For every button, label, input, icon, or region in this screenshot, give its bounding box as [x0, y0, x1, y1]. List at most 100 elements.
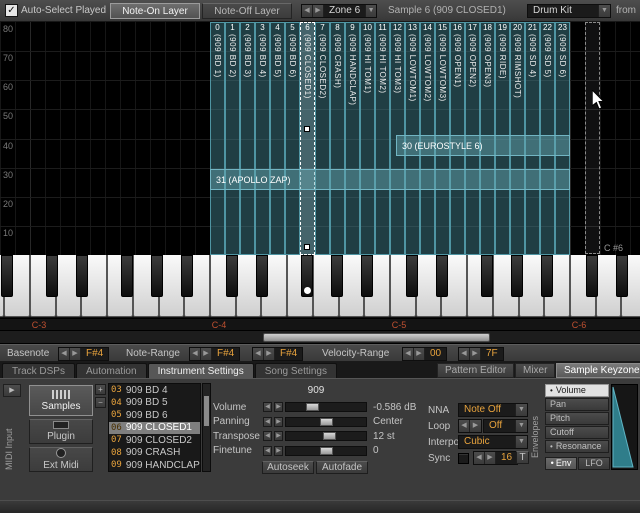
piano-key-black[interactable] — [256, 255, 268, 297]
sample-list-row[interactable]: 06909 CLOSED1 — [109, 422, 200, 435]
env-tab[interactable]: •Env — [545, 457, 577, 470]
note-range-to-prev-button[interactable]: ◀ — [253, 348, 264, 360]
velocity-from-next-button[interactable]: ▶ — [414, 348, 425, 360]
note-range-to-next-button[interactable]: ▶ — [264, 348, 275, 360]
piano-key-black[interactable] — [616, 255, 628, 297]
interpolate-dropdown[interactable]: Cubic ▼ — [458, 435, 528, 449]
piano-key-black[interactable] — [46, 255, 58, 297]
keyzone-strip[interactable]: 3(909 BD 4) — [255, 22, 270, 255]
note-off-layer-button[interactable]: Note-Off Layer — [202, 3, 292, 19]
param-decrement-button[interactable]: ◀ — [263, 431, 272, 441]
zone-dropdown-icon[interactable]: ▼ — [365, 5, 376, 17]
velocity-to-next-button[interactable]: ▶ — [470, 348, 481, 360]
piano-keyboard[interactable]: C-3C-4C-5C-6 — [0, 255, 640, 330]
loop-dropdown-icon[interactable]: ▼ — [515, 420, 527, 432]
nna-dropdown-icon[interactable]: ▼ — [515, 404, 527, 416]
sample-list-row[interactable]: 08909 CRASH — [109, 447, 200, 460]
scrollbar-handle[interactable] — [263, 333, 490, 342]
sample-list-scrollbar[interactable] — [202, 383, 211, 472]
lfo-tab[interactable]: LFO — [578, 457, 610, 470]
sample-slot-add-button[interactable]: + — [95, 384, 106, 395]
keyzone-strip[interactable]: 8(909 CRASH) — [330, 22, 345, 255]
piano-key-black[interactable] — [76, 255, 88, 297]
keyzone-strip[interactable]: 6(909 CLOSED1) — [300, 22, 315, 255]
keyzone-overlay[interactable]: 31 (APOLLO ZAP) — [210, 169, 570, 190]
envelope-target-pitch[interactable]: Pitch — [545, 412, 609, 425]
basenote-prev-button[interactable]: ◀ — [59, 348, 70, 360]
keyzone-strip[interactable]: 11(909 HI TOM2) — [375, 22, 390, 255]
sync-t-button[interactable]: T — [516, 451, 529, 464]
envelope-target-volume[interactable]: •Volume — [545, 384, 609, 397]
note-on-layer-button[interactable]: Note-On Layer — [110, 3, 200, 19]
instrument-type-ext-midi-button[interactable]: Ext Midi — [29, 447, 93, 472]
param-slider[interactable] — [285, 402, 367, 412]
piano-key-black[interactable] — [586, 255, 598, 297]
param-decrement-button[interactable]: ◀ — [263, 446, 272, 456]
tab-track-dsps[interactable]: Track DSPs — [2, 363, 75, 378]
view-button-sample-keyzones[interactable]: Sample Keyzones — [556, 363, 640, 378]
tab-song-settings[interactable]: Song Settings — [255, 363, 337, 378]
param-decrement-button[interactable]: ◀ — [263, 402, 272, 412]
param-decrement-button[interactable]: ◀ — [263, 417, 272, 427]
sample-list-row[interactable]: 04909 BD 5 — [109, 397, 200, 410]
piano-key-black[interactable] — [121, 255, 133, 297]
keyzone-editor[interactable]: 0(909 BD 1)1(909 BD 2)2(909 BD 3)3(909 B… — [0, 22, 640, 255]
keyzone-strip[interactable]: 10(909 HI TOM1) — [360, 22, 375, 255]
param-slider-handle[interactable] — [320, 447, 333, 455]
keyboard-scrollbar[interactable] — [0, 330, 640, 344]
param-slider-handle[interactable] — [320, 418, 333, 426]
tab-automation[interactable]: Automation — [76, 363, 147, 378]
view-button-pattern-editor[interactable]: Pattern Editor — [437, 363, 514, 378]
basenote-next-button[interactable]: ▶ — [70, 348, 81, 360]
piano-key-black[interactable] — [511, 255, 523, 297]
piano-key-black[interactable] — [181, 255, 193, 297]
instrument-type-plugin-button[interactable]: Plugin — [29, 419, 93, 444]
auto-select-played-checkbox[interactable]: ✓ — [5, 4, 18, 17]
tab-instrument-settings[interactable]: Instrument Settings — [148, 363, 254, 378]
autofade-button[interactable]: Autofade — [316, 461, 368, 474]
keyzone-strip[interactable]: 1(909 BD 2) — [225, 22, 240, 255]
envelope-target-cutoff[interactable]: Cutoff — [545, 426, 609, 439]
piano-key-black[interactable] — [226, 255, 238, 297]
instrument-type-samples-button[interactable]: Samples — [29, 385, 93, 416]
loop-dropdown[interactable]: Off ▼ — [483, 419, 528, 433]
piano-key-black[interactable] — [331, 255, 343, 297]
sync-next-button[interactable]: ▶ — [485, 452, 496, 464]
interpolate-dropdown-icon[interactable]: ▼ — [515, 436, 527, 448]
expand-panel-button[interactable]: ▶ — [3, 384, 21, 397]
velocity-from-prev-button[interactable]: ◀ — [403, 348, 414, 360]
keyzone-strip[interactable]: 2(909 BD 3) — [240, 22, 255, 255]
param-slider[interactable] — [285, 431, 367, 441]
param-increment-button[interactable]: ▶ — [274, 402, 283, 412]
keyzone-strip[interactable]: 0(909 BD 1) — [210, 22, 225, 255]
note-range-from-next-button[interactable]: ▶ — [201, 348, 212, 360]
preset-dropdown-icon[interactable]: ▼ — [598, 5, 610, 17]
envelope-target-resonance[interactable]: •Resonance — [545, 440, 609, 453]
sample-list-row[interactable]: 05909 BD 6 — [109, 409, 200, 422]
sample-list-row[interactable]: 03909 BD 4 — [109, 384, 200, 397]
piano-key-black[interactable] — [1, 255, 13, 297]
envelope-graph[interactable] — [611, 384, 638, 470]
loop-next-button[interactable]: ▶ — [470, 420, 481, 432]
keyzone-strip[interactable]: 4(909 BD 5) — [270, 22, 285, 255]
piano-key-black[interactable] — [436, 255, 448, 297]
zone-resize-handle[interactable] — [304, 244, 310, 250]
velocity-to-prev-button[interactable]: ◀ — [459, 348, 470, 360]
sample-list-row[interactable]: 07909 CLOSED2 — [109, 434, 200, 447]
param-slider-handle[interactable] — [323, 432, 336, 440]
zone-resize-handle[interactable] — [304, 126, 310, 132]
view-button-mixer[interactable]: Mixer — [515, 363, 555, 378]
piano-key-black[interactable] — [406, 255, 418, 297]
param-slider-handle[interactable] — [306, 403, 319, 411]
loop-prev-button[interactable]: ◀ — [459, 420, 470, 432]
zone-prev-button[interactable]: ◀ — [302, 5, 313, 17]
sample-list-scrollbar-thumb[interactable] — [204, 396, 209, 426]
sample-list-row[interactable]: 09909 HANDCLAP — [109, 459, 200, 472]
param-slider[interactable] — [285, 417, 367, 427]
piano-key-black[interactable] — [361, 255, 373, 297]
param-increment-button[interactable]: ▶ — [274, 431, 283, 441]
sample-slot-remove-button[interactable]: − — [95, 397, 106, 408]
param-slider[interactable] — [285, 446, 367, 456]
piano-key-black[interactable] — [151, 255, 163, 297]
param-increment-button[interactable]: ▶ — [274, 417, 283, 427]
